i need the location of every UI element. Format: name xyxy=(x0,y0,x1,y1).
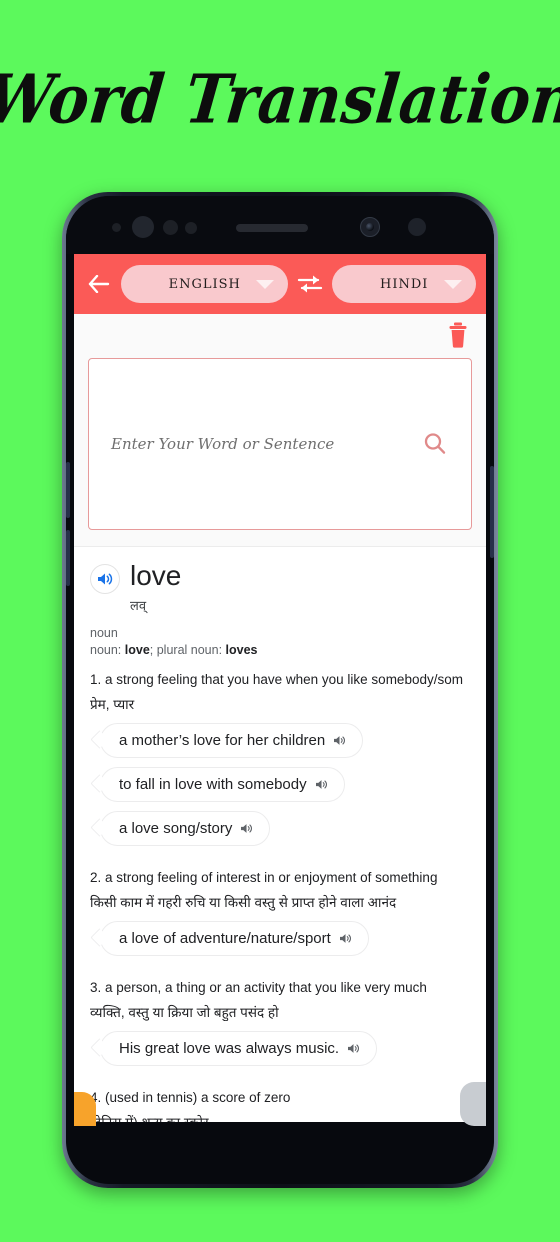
secondary-sensor-icon xyxy=(408,218,426,236)
examples-list: a mother’s love for her children to fall… xyxy=(90,723,470,855)
volume-down-button[interactable] xyxy=(66,530,70,586)
headword-text: love xyxy=(130,560,182,591)
example-text: a love of adventure/nature/sport xyxy=(119,930,331,947)
proximity-sensor-icon xyxy=(132,216,154,238)
search-button[interactable] xyxy=(421,430,449,458)
speaker-icon[interactable] xyxy=(333,735,346,746)
examples-list: a love of adventure/nature/sport xyxy=(90,921,470,965)
sense-english-text: 3. a person, a thing or an activity that… xyxy=(90,980,427,995)
arrow-left-icon xyxy=(88,275,110,293)
speaker-icon xyxy=(98,573,113,585)
speaker-icon[interactable] xyxy=(347,1043,360,1054)
search-box[interactable]: Enter Your Word or Sentence xyxy=(88,358,472,530)
bottom-left-accent xyxy=(74,1092,96,1126)
sense-english-text: 4. (used in tennis) a score of zero xyxy=(90,1090,291,1105)
earpiece-speaker-icon xyxy=(236,224,308,232)
app-bar: ENGLISH HINDI xyxy=(74,254,486,314)
sense-block: 3. a person, a thing or an activity that… xyxy=(90,980,470,1075)
power-button[interactable] xyxy=(490,466,494,558)
phone-top-bezel xyxy=(66,196,494,254)
forms-plural: loves xyxy=(225,643,258,657)
part-of-speech-label: noun xyxy=(90,626,118,640)
sense-english-text: 1. a strong feeling that you have when y… xyxy=(90,672,463,687)
pronounce-headword-button[interactable] xyxy=(90,564,120,594)
example-bubble[interactable]: a mother’s love for her children xyxy=(100,723,364,758)
forms-prefix: noun: xyxy=(90,643,125,657)
sense-block: 4. (used in tennis) a score of zero (टेन… xyxy=(90,1090,470,1122)
example-bubble[interactable]: to fall in love with somebody xyxy=(100,767,345,802)
bottom-right-accent xyxy=(460,1082,486,1126)
tool-row xyxy=(74,314,486,356)
trash-icon xyxy=(449,322,467,348)
page-title-text: Word Translation xyxy=(0,60,560,140)
transliteration-text: लव् xyxy=(130,598,147,613)
search-icon xyxy=(424,433,446,454)
phone-body: ENGLISH HINDI Enter Your Word or Sentenc… xyxy=(66,196,494,1184)
headword-row: love xyxy=(90,561,470,594)
results-panel: love लव् noun noun: love; plural noun: l… xyxy=(74,546,486,1122)
sensor-icon xyxy=(112,223,121,232)
search-input-placeholder: Enter Your Word or Sentence xyxy=(111,435,335,453)
sense-hindi-text: व्यक्ति, वस्तु या क्रिया जो बहुत पसंद हो xyxy=(90,1005,279,1020)
example-text: to fall in love with somebody xyxy=(119,776,307,793)
chevron-down-icon xyxy=(256,279,275,289)
volume-up-button[interactable] xyxy=(66,462,70,518)
forms-mid: ; plural noun: xyxy=(149,643,226,657)
phone-mockup: ENGLISH HINDI Enter Your Word or Sentenc… xyxy=(62,192,498,1188)
examples-list: His great love was always music. xyxy=(90,1031,470,1075)
forms-singular: love xyxy=(124,643,150,657)
speaker-icon[interactable] xyxy=(315,779,328,790)
swap-horizontal-icon xyxy=(298,275,323,293)
light-sensor-icon xyxy=(163,220,178,235)
example-bubble[interactable]: a love of adventure/nature/sport xyxy=(100,921,369,956)
source-language-selector[interactable]: ENGLISH xyxy=(121,265,289,303)
sense-block: 2. a strong feeling of interest in or en… xyxy=(90,870,470,965)
word-forms-line: noun: love; plural noun: loves xyxy=(90,643,470,657)
source-language-label: ENGLISH xyxy=(168,276,241,292)
sense-hindi-text: प्रेम, प्यार xyxy=(90,697,135,712)
sense-block: 1. a strong feeling that you have when y… xyxy=(90,672,470,855)
sense-english-text: 2. a strong feeling of interest in or en… xyxy=(90,870,438,885)
speaker-icon[interactable] xyxy=(339,933,352,944)
clear-text-button[interactable] xyxy=(447,322,469,348)
chevron-down-icon xyxy=(444,279,463,289)
back-button[interactable] xyxy=(84,269,114,299)
page-title: Word Translation xyxy=(0,44,560,156)
phone-screen: ENGLISH HINDI Enter Your Word or Sentenc… xyxy=(74,254,486,1122)
speaker-icon[interactable] xyxy=(240,823,253,834)
sense-hindi-text: (टेनिस में) शून्य का स्कोर xyxy=(90,1113,470,1122)
iris-sensor-icon xyxy=(185,222,197,234)
example-text: His great love was always music. xyxy=(119,1040,340,1057)
front-camera-icon xyxy=(360,217,380,237)
example-bubble[interactable]: His great love was always music. xyxy=(100,1031,378,1066)
sense-hindi-text: किसी काम में गहरी रुचि या किसी वस्तु से … xyxy=(90,895,397,910)
example-text: a mother’s love for her children xyxy=(119,732,326,749)
target-language-selector[interactable]: HINDI xyxy=(332,265,477,303)
example-bubble[interactable]: a love song/story xyxy=(100,811,271,846)
target-language-label: HINDI xyxy=(380,276,429,292)
swap-languages-button[interactable] xyxy=(295,269,325,299)
example-text: a love song/story xyxy=(119,820,233,837)
